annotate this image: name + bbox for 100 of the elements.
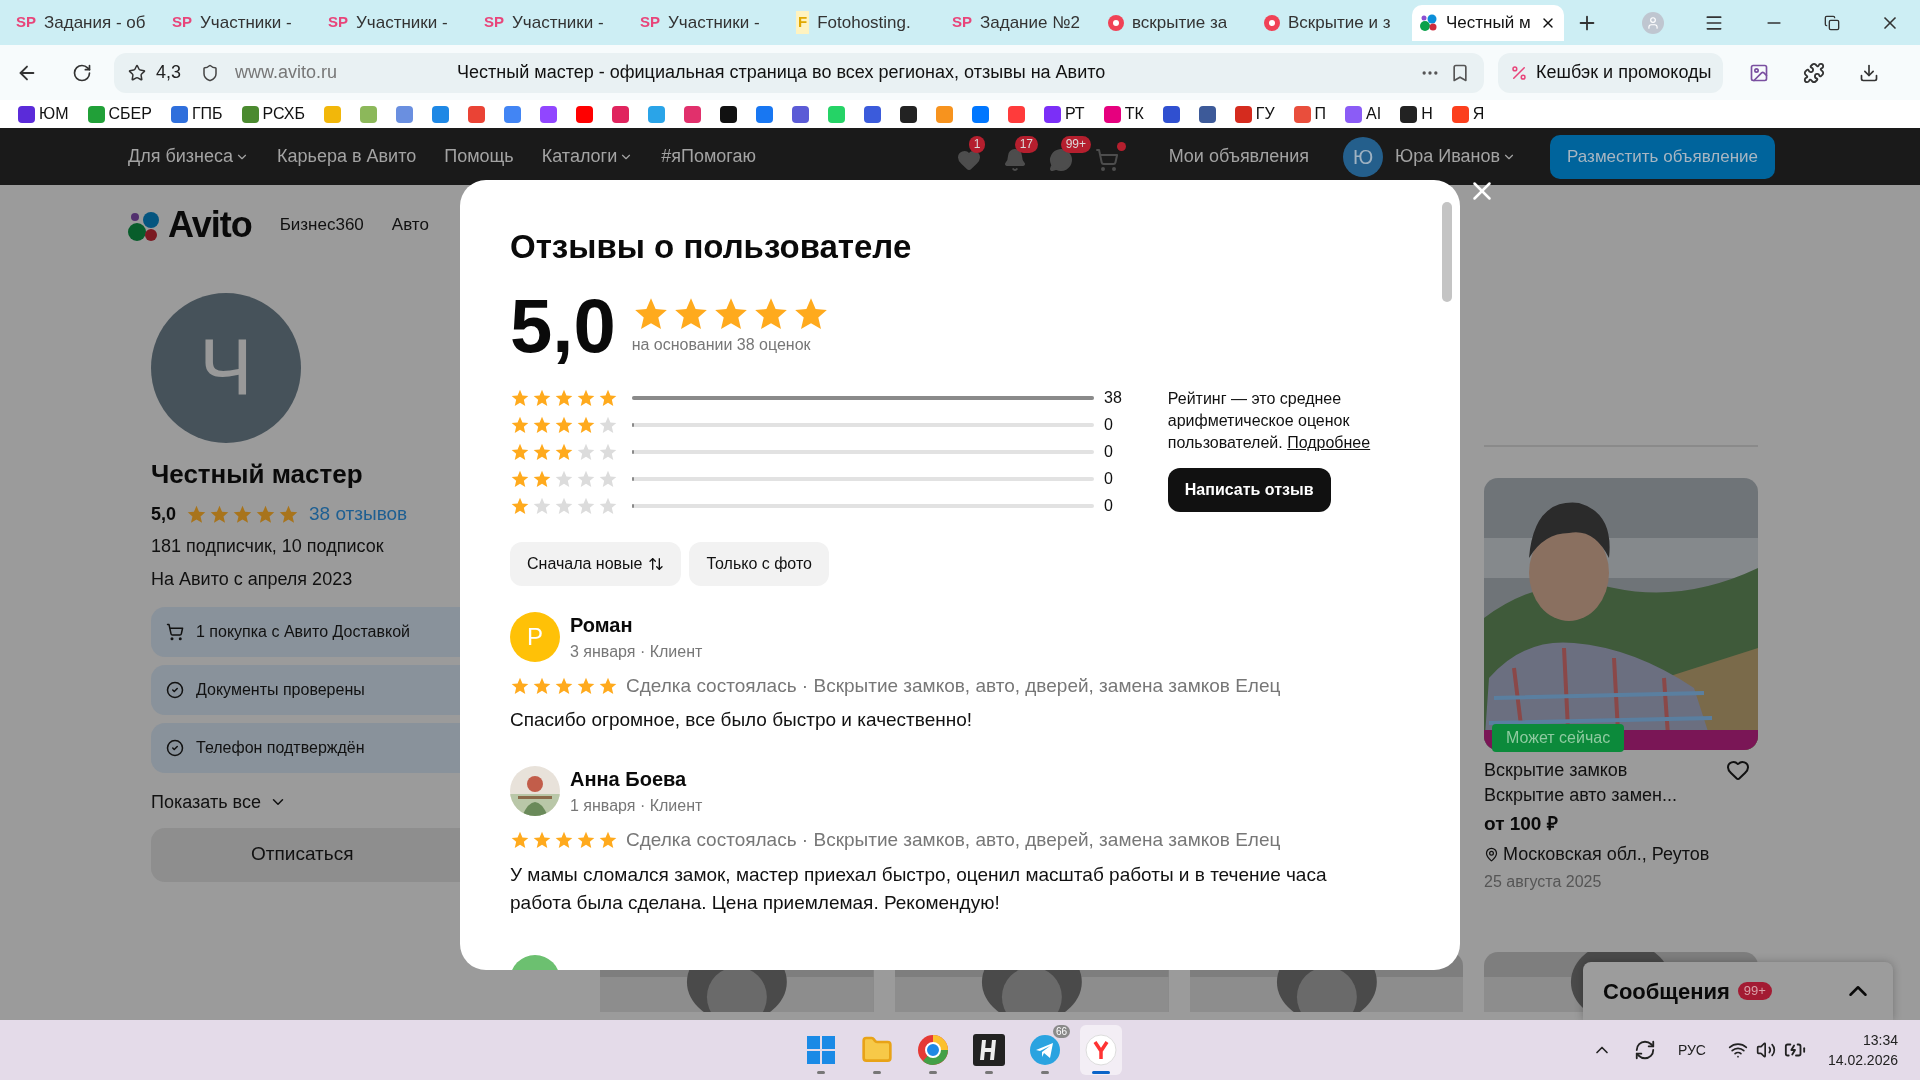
rating-basis: на основании 38 оценок (631, 334, 812, 355)
nav-link[interactable]: Каталоги (541, 143, 634, 170)
browser-tab[interactable]: SP Участники - (320, 4, 472, 41)
bookmark-icon[interactable] (719, 105, 737, 123)
browser-tab[interactable]: SP Участники - (164, 4, 316, 41)
favorite-icon[interactable] (1726, 758, 1750, 782)
bookmark[interactable]: П (1293, 102, 1327, 126)
browser-tab[interactable]: SP Участники - (476, 4, 628, 41)
messages-panel[interactable]: Сообщения 99+ (1583, 962, 1893, 1020)
percent-icon (1510, 63, 1528, 82)
rating-value: 5,0 (151, 502, 177, 526)
bookmark-label[interactable]: СБЕР (108, 102, 152, 126)
listing-title[interactable]: Вскрытие замков (1484, 758, 1677, 782)
review-deal: Сделка состоялась · Вскрытие замков, авто, дверей, замена замков Елец (626, 673, 1281, 698)
bookmark-icon[interactable] (1162, 105, 1180, 123)
bell-icon[interactable] (1002, 147, 1027, 172)
header-link[interactable]: Бизнес360 (279, 212, 364, 238)
filter-button[interactable]: Только с фото (689, 541, 829, 586)
user-menu[interactable]: Юра Иванов (1395, 143, 1517, 170)
tab-favicon: SP (952, 12, 972, 33)
bookmark-label[interactable]: П (1314, 102, 1327, 126)
reload-icon[interactable] (72, 62, 92, 83)
star-icon (255, 503, 277, 525)
rating-count: 0 (1104, 441, 1113, 462)
bookmark[interactable]: ГПБ (170, 102, 223, 126)
filter-button[interactable]: Сначала новые (510, 541, 682, 586)
sync-icon[interactable] (1633, 1039, 1656, 1061)
nav-link[interactable]: #яПомогаю (661, 143, 756, 170)
bookmark[interactable]: Я (1451, 102, 1485, 126)
messages-title: Сообщения (1603, 977, 1730, 1006)
bookmark-label[interactable]: ТК (1124, 102, 1144, 126)
app-icon[interactable] (973, 1034, 1005, 1066)
nav-link[interactable]: Для бизнеса (128, 143, 250, 170)
download-icon[interactable] (1859, 62, 1880, 83)
rating-count: 0 (1104, 468, 1113, 489)
review-meta: 1 января · Клиент (570, 796, 703, 816)
browser-tab[interactable]: SP Участники - (632, 4, 784, 41)
restore-icon[interactable] (1824, 14, 1840, 31)
bookmark[interactable]: ЮМ (18, 102, 69, 126)
write-review-button[interactable]: Написать отзыв (1167, 467, 1331, 512)
browser-tab[interactable]: вскрытие за (1100, 4, 1252, 41)
bookmark[interactable]: AI (1345, 102, 1382, 126)
sort-icon (648, 555, 665, 572)
browser-tab[interactable]: Вскрытие и з (1256, 4, 1408, 41)
bookmark-label[interactable]: РТ (1064, 102, 1085, 126)
wifi-icon[interactable] (1727, 1040, 1748, 1060)
browser-tab[interactable]: Честный м (1412, 4, 1564, 41)
clock-date[interactable]: 14.02.2026 (1827, 1050, 1898, 1070)
windows-start-icon[interactable] (806, 1035, 836, 1065)
language-indicator[interactable]: РУС (1677, 1039, 1706, 1061)
notification-badge: 99+ (1060, 135, 1091, 153)
header-link[interactable]: Авто (391, 212, 429, 238)
check-circle-icon (166, 738, 184, 757)
bookmark[interactable]: РТ (1043, 102, 1085, 126)
volume-icon[interactable] (1755, 1040, 1776, 1060)
browser-tab[interactable]: SP Задание №2 (944, 4, 1096, 41)
tab-favicon: SP (484, 12, 504, 33)
image-icon[interactable] (1749, 62, 1770, 83)
star-icon (209, 503, 231, 525)
tab-favicon: SP (328, 12, 348, 33)
bookmark[interactable]: СБЕР (87, 102, 152, 126)
bookmark-icon[interactable] (899, 105, 917, 123)
show-all-link[interactable]: Показать все (151, 788, 471, 816)
nav-link[interactable]: Карьера в Авито (277, 143, 417, 170)
nav-link[interactable]: Помощь (444, 143, 514, 170)
bookmark[interactable]: РСХБ (241, 102, 305, 126)
browser-tab[interactable]: F Fotohosting. (788, 4, 940, 41)
bookmark-label[interactable]: Я (1472, 102, 1485, 126)
browser-icon[interactable] (917, 1034, 949, 1066)
bookmark-icon[interactable] (1198, 105, 1216, 123)
bookmark-icon[interactable] (1450, 62, 1470, 83)
clock-time[interactable]: 13:34 (1862, 1030, 1898, 1050)
yandex-browser-icon[interactable] (1085, 1034, 1117, 1066)
rating-count: 0 (1104, 414, 1113, 435)
avito-logo[interactable]: Avito (168, 207, 252, 243)
notification-badge: 1 (968, 135, 986, 153)
record-icon (1108, 14, 1124, 31)
scrollbar-thumb[interactable] (1442, 202, 1452, 302)
bookmark-label[interactable]: ГУ (1255, 102, 1275, 126)
listing-price: от 100 ₽ (1484, 812, 1559, 836)
extensions-icon[interactable] (1803, 61, 1826, 84)
bookmark-label[interactable]: AI (1366, 102, 1382, 126)
telegram-icon[interactable] (1029, 1034, 1061, 1066)
bookmark-label[interactable]: РСХБ (262, 102, 305, 126)
address-bar[interactable]: 4,3 www.avito.ru Честный мастер - официальная страница во всех регионах, отзывы на Авито (114, 52, 1484, 93)
browser-tab[interactable]: SP Задания - об (8, 4, 160, 41)
bookmark-label[interactable]: ГПБ (191, 102, 223, 126)
cashback-button[interactable]: Кешбэк и промокоды (1498, 52, 1724, 93)
my-ads-link[interactable]: Мои объявления (1168, 143, 1310, 170)
shield-icon (201, 63, 220, 82)
more-link[interactable]: Подробнее (1287, 433, 1371, 451)
bookmark[interactable]: ТК (1103, 102, 1144, 126)
rating-note: Рейтинг — это среднее арифметическое оценок пользователей. Подробнее (1167, 388, 1372, 453)
chat-icon[interactable] (1048, 147, 1073, 172)
bookmark-label[interactable]: Н (1421, 102, 1433, 126)
bookmark[interactable]: ГУ (1234, 102, 1275, 126)
bookmark-label[interactable]: ЮМ (39, 102, 69, 126)
listing-subtitle[interactable]: Вскрытие авто замен... (1484, 782, 1677, 808)
bookmark[interactable]: Н (1400, 102, 1433, 126)
app-badge: 66 (1052, 1025, 1070, 1038)
